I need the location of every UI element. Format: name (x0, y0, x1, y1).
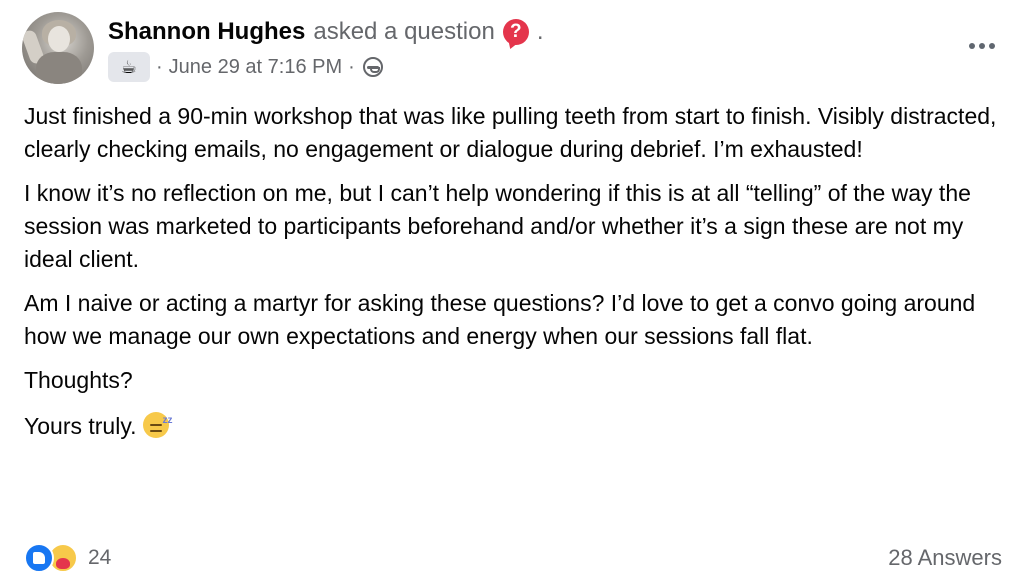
sleepy-face-icon (142, 404, 173, 438)
group-audience-icon (362, 57, 383, 77)
post-signoff: Yours truly. (24, 404, 1004, 443)
post-date[interactable]: June 29 at 7:16 PM (169, 56, 342, 79)
post-footer: 24 28 Answers (24, 540, 1002, 576)
meta-separator: · (348, 55, 355, 78)
answers-link[interactable]: 28 Answers (888, 545, 1002, 571)
meta-separator: · (156, 55, 163, 78)
coffee-cup-icon[interactable]: ☕ (108, 52, 150, 82)
post-paragraph: Thoughts? (24, 367, 133, 393)
post-meta: ☕ · June 29 at 7:16 PM · (108, 52, 383, 82)
post-paragraph: Just finished a 90-min workshop that was… (24, 103, 997, 162)
dot-icon (969, 43, 975, 49)
question-mark-icon: ? (502, 19, 529, 45)
post-paragraph: Am I naive or acting a martyr for asking… (24, 290, 976, 349)
dot-icon (989, 43, 995, 49)
author-avatar[interactable] (22, 12, 94, 84)
post-paragraph: I know it’s no reflection on me, but I c… (24, 180, 971, 272)
like-icon (24, 543, 54, 573)
dot-icon (979, 43, 985, 49)
post-paragraph: Yours truly. (24, 413, 137, 439)
more-options-button[interactable] (962, 36, 1002, 56)
author-name[interactable]: Shannon Hughes (108, 18, 305, 46)
trailing-dot: . (536, 18, 544, 45)
reactions-summary[interactable]: 24 (24, 543, 111, 573)
reaction-count: 24 (88, 546, 112, 569)
post-body: Just finished a 90-min workshop that was… (24, 100, 1004, 454)
post-action-text: asked a question (313, 18, 495, 45)
post-header: Shannon Hughes asked a question ? . ☕ · … (22, 12, 1002, 88)
author-line: Shannon Hughes asked a question ? . (108, 16, 543, 48)
